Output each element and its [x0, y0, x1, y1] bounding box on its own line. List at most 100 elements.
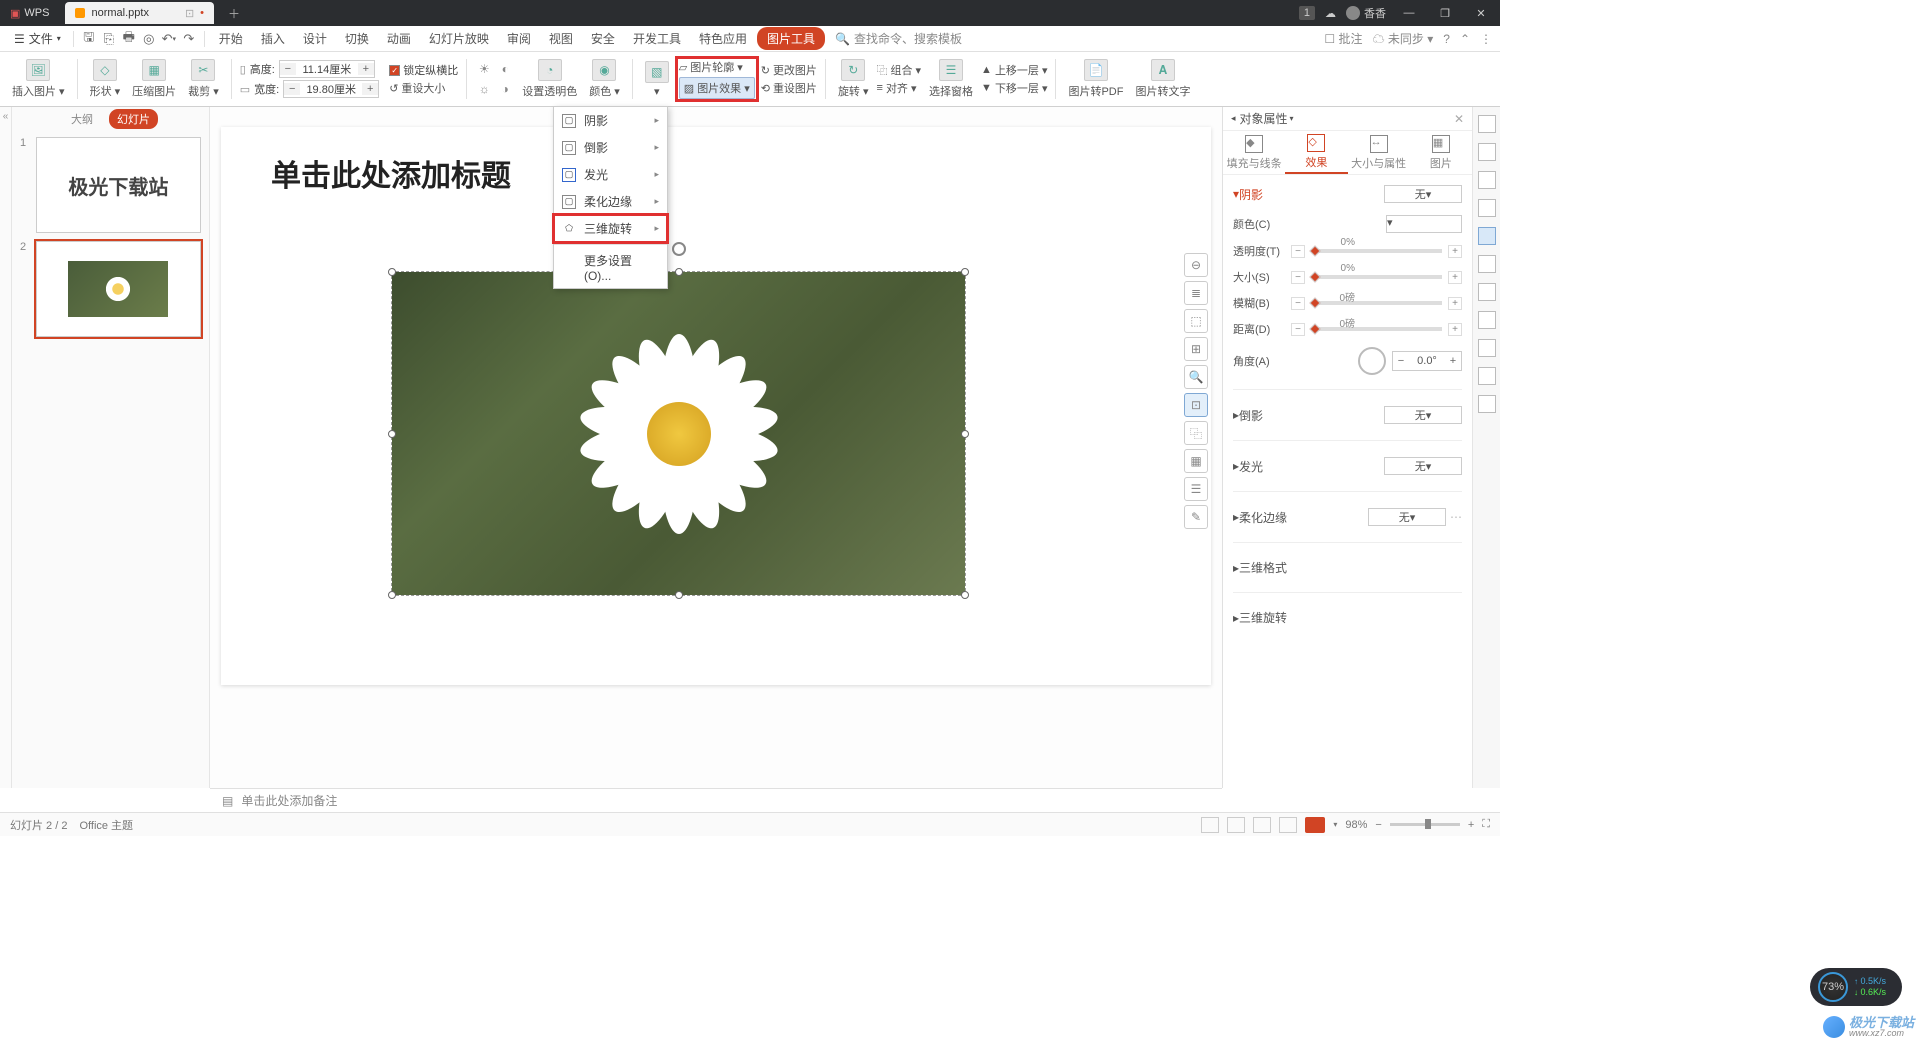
- slide-thumbnail-2[interactable]: [36, 241, 201, 337]
- float-adjust-icon[interactable]: ⊞: [1184, 337, 1208, 361]
- resize-handle[interactable]: [388, 591, 396, 599]
- collapse-ribbon-icon[interactable]: ⌃: [1460, 32, 1470, 46]
- effect-glow[interactable]: ▢发光▸: [554, 161, 667, 188]
- float-crop-icon[interactable]: ⬚: [1184, 309, 1208, 333]
- effect-shadow[interactable]: ▢阴影▸: [554, 107, 667, 134]
- distance-slider[interactable]: 0磅: [1311, 327, 1442, 331]
- tab-pin-icon[interactable]: ⊡: [185, 7, 194, 20]
- plus-button[interactable]: +: [1448, 323, 1462, 336]
- minus-button[interactable]: −: [1291, 271, 1305, 284]
- section-3d-rotation[interactable]: ▸ 三维旋转: [1233, 605, 1462, 630]
- file-menu[interactable]: ☰文件▾: [8, 28, 67, 49]
- minus-button[interactable]: −: [1291, 323, 1305, 336]
- menu-special[interactable]: 特色应用: [691, 27, 755, 50]
- float-menu-icon[interactable]: ☰: [1184, 477, 1208, 501]
- selected-image[interactable]: [391, 271, 966, 596]
- zoom-slider[interactable]: [1390, 823, 1460, 826]
- menu-picture-tools[interactable]: 图片工具: [757, 27, 825, 50]
- tab-fill[interactable]: ◆填充与线条: [1223, 131, 1285, 174]
- preview-icon[interactable]: ◎: [140, 30, 158, 48]
- redo-icon[interactable]: ↷: [180, 30, 198, 48]
- menu-slideshow[interactable]: 幻灯片放映: [421, 27, 497, 50]
- strip-trans-icon[interactable]: [1478, 171, 1496, 189]
- strip-anim-icon[interactable]: [1478, 143, 1496, 161]
- view-sorter-icon[interactable]: [1253, 817, 1271, 833]
- softedge-preset-combo[interactable]: 无 ▾: [1368, 508, 1446, 526]
- outline-tab[interactable]: 大纲: [63, 109, 101, 129]
- user-avatar[interactable]: 香香: [1346, 5, 1386, 21]
- app-icon[interactable]: ☁: [1325, 7, 1336, 20]
- menu-insert[interactable]: 插入: [253, 27, 293, 50]
- shadow-preset-combo[interactable]: 无 ▾: [1384, 185, 1462, 203]
- zoom-out-button[interactable]: −: [1375, 819, 1381, 831]
- rotation-handle[interactable]: [672, 242, 686, 256]
- resize-handle[interactable]: [961, 591, 969, 599]
- menu-security[interactable]: 安全: [583, 27, 623, 50]
- strip-template-icon[interactable]: [1478, 255, 1496, 273]
- set-transparency-button[interactable]: ◔设置透明色: [518, 59, 581, 99]
- close-panel-icon[interactable]: ✕: [1454, 112, 1464, 126]
- view-reading-icon[interactable]: [1279, 817, 1297, 833]
- resize-handle[interactable]: [961, 268, 969, 276]
- sync-status[interactable]: ☁ 未同步 ▾: [1373, 30, 1434, 47]
- minus-button[interactable]: −: [1291, 297, 1305, 310]
- rotate-button[interactable]: ↻旋转 ▾: [834, 59, 873, 99]
- resize-handle[interactable]: [675, 591, 683, 599]
- lock-ratio-checkbox[interactable]: ✓锁定纵横比: [389, 62, 458, 78]
- new-tab-button[interactable]: ＋: [222, 5, 246, 22]
- reflection-preset-combo[interactable]: 无 ▾: [1384, 406, 1462, 424]
- transparency-slider[interactable]: 0%: [1311, 249, 1442, 253]
- menu-transition[interactable]: 切换: [337, 27, 377, 50]
- help-icon[interactable]: ?: [1443, 32, 1450, 46]
- effect-soft-edges[interactable]: ▢柔化边缘▸: [554, 188, 667, 215]
- effect-reflection[interactable]: ▢倒影▸: [554, 134, 667, 161]
- zoom-in-button[interactable]: +: [1468, 819, 1474, 831]
- notes-pane[interactable]: ▤ 单击此处添加备注: [210, 788, 1222, 812]
- command-search[interactable]: 🔍 查找命令、搜索模板: [835, 30, 962, 47]
- title-placeholder[interactable]: 单击此处添加标题: [271, 151, 511, 195]
- menu-devtools[interactable]: 开发工具: [625, 27, 689, 50]
- float-home-icon[interactable]: ⊖: [1184, 253, 1208, 277]
- more-icon[interactable]: ⋮: [1480, 32, 1492, 46]
- picture-effects-button[interactable]: ▨ 图片效果 ▾: [679, 77, 755, 99]
- restore-button[interactable]: ❐: [1432, 7, 1458, 20]
- float-zoom-icon[interactable]: 🔍: [1184, 365, 1208, 389]
- brightness-icon[interactable]: ☀: [475, 60, 493, 78]
- menu-start[interactable]: 开始: [211, 27, 251, 50]
- fit-button[interactable]: ⛶: [1482, 818, 1490, 831]
- tab-size[interactable]: ↔大小与属性: [1348, 131, 1410, 174]
- angle-dial[interactable]: [1358, 347, 1386, 375]
- align-button[interactable]: ≡ 对齐 ▾: [877, 80, 922, 96]
- resize-handle[interactable]: [388, 268, 396, 276]
- resize-handle[interactable]: [961, 430, 969, 438]
- width-input[interactable]: −19.80厘米+: [283, 80, 379, 98]
- reset-size-button[interactable]: ↺ 重设大小: [389, 80, 458, 96]
- tab-picture[interactable]: ▦图片: [1410, 131, 1472, 174]
- comments-button[interactable]: ☐ 批注: [1324, 30, 1362, 47]
- section-shadow[interactable]: ▾ 阴影无 ▾: [1233, 181, 1462, 207]
- minus-button[interactable]: −: [1291, 245, 1305, 258]
- strip-link-icon[interactable]: [1478, 367, 1496, 385]
- angle-input[interactable]: −0.0°+: [1392, 351, 1462, 371]
- color-button[interactable]: ◉颜色 ▾: [585, 59, 624, 99]
- menu-design[interactable]: 设计: [295, 27, 335, 50]
- compress-button[interactable]: ▦压缩图片: [128, 59, 180, 99]
- strip-image-icon[interactable]: [1478, 311, 1496, 329]
- height-input[interactable]: −11.14厘米+: [279, 60, 375, 78]
- float-copy-icon[interactable]: ⿻: [1184, 421, 1208, 445]
- reset-picture-button[interactable]: ⟲ 重设图片: [761, 80, 817, 96]
- float-edit-icon[interactable]: ✎: [1184, 505, 1208, 529]
- pic-style-gallery[interactable]: ▧▾: [641, 61, 673, 98]
- document-tab[interactable]: normal.pptx ⊡ •: [65, 2, 214, 24]
- strip-material-icon[interactable]: [1478, 283, 1496, 301]
- section-glow[interactable]: ▸ 发光无 ▾: [1233, 453, 1462, 479]
- strip-speaker-icon[interactable]: [1478, 339, 1496, 357]
- plus-button[interactable]: +: [1448, 271, 1462, 284]
- strip-properties-icon[interactable]: [1478, 227, 1496, 245]
- minimize-button[interactable]: —: [1396, 7, 1422, 19]
- menu-animation[interactable]: 动画: [379, 27, 419, 50]
- section-soft-edges[interactable]: ▸ 柔化边缘无 ▾⋯: [1233, 504, 1462, 530]
- selection-pane-button[interactable]: ☰选择窗格: [925, 59, 977, 99]
- insert-picture-button[interactable]: 🖼插入图片 ▾: [8, 59, 69, 99]
- print-icon[interactable]: 🖶: [120, 30, 138, 48]
